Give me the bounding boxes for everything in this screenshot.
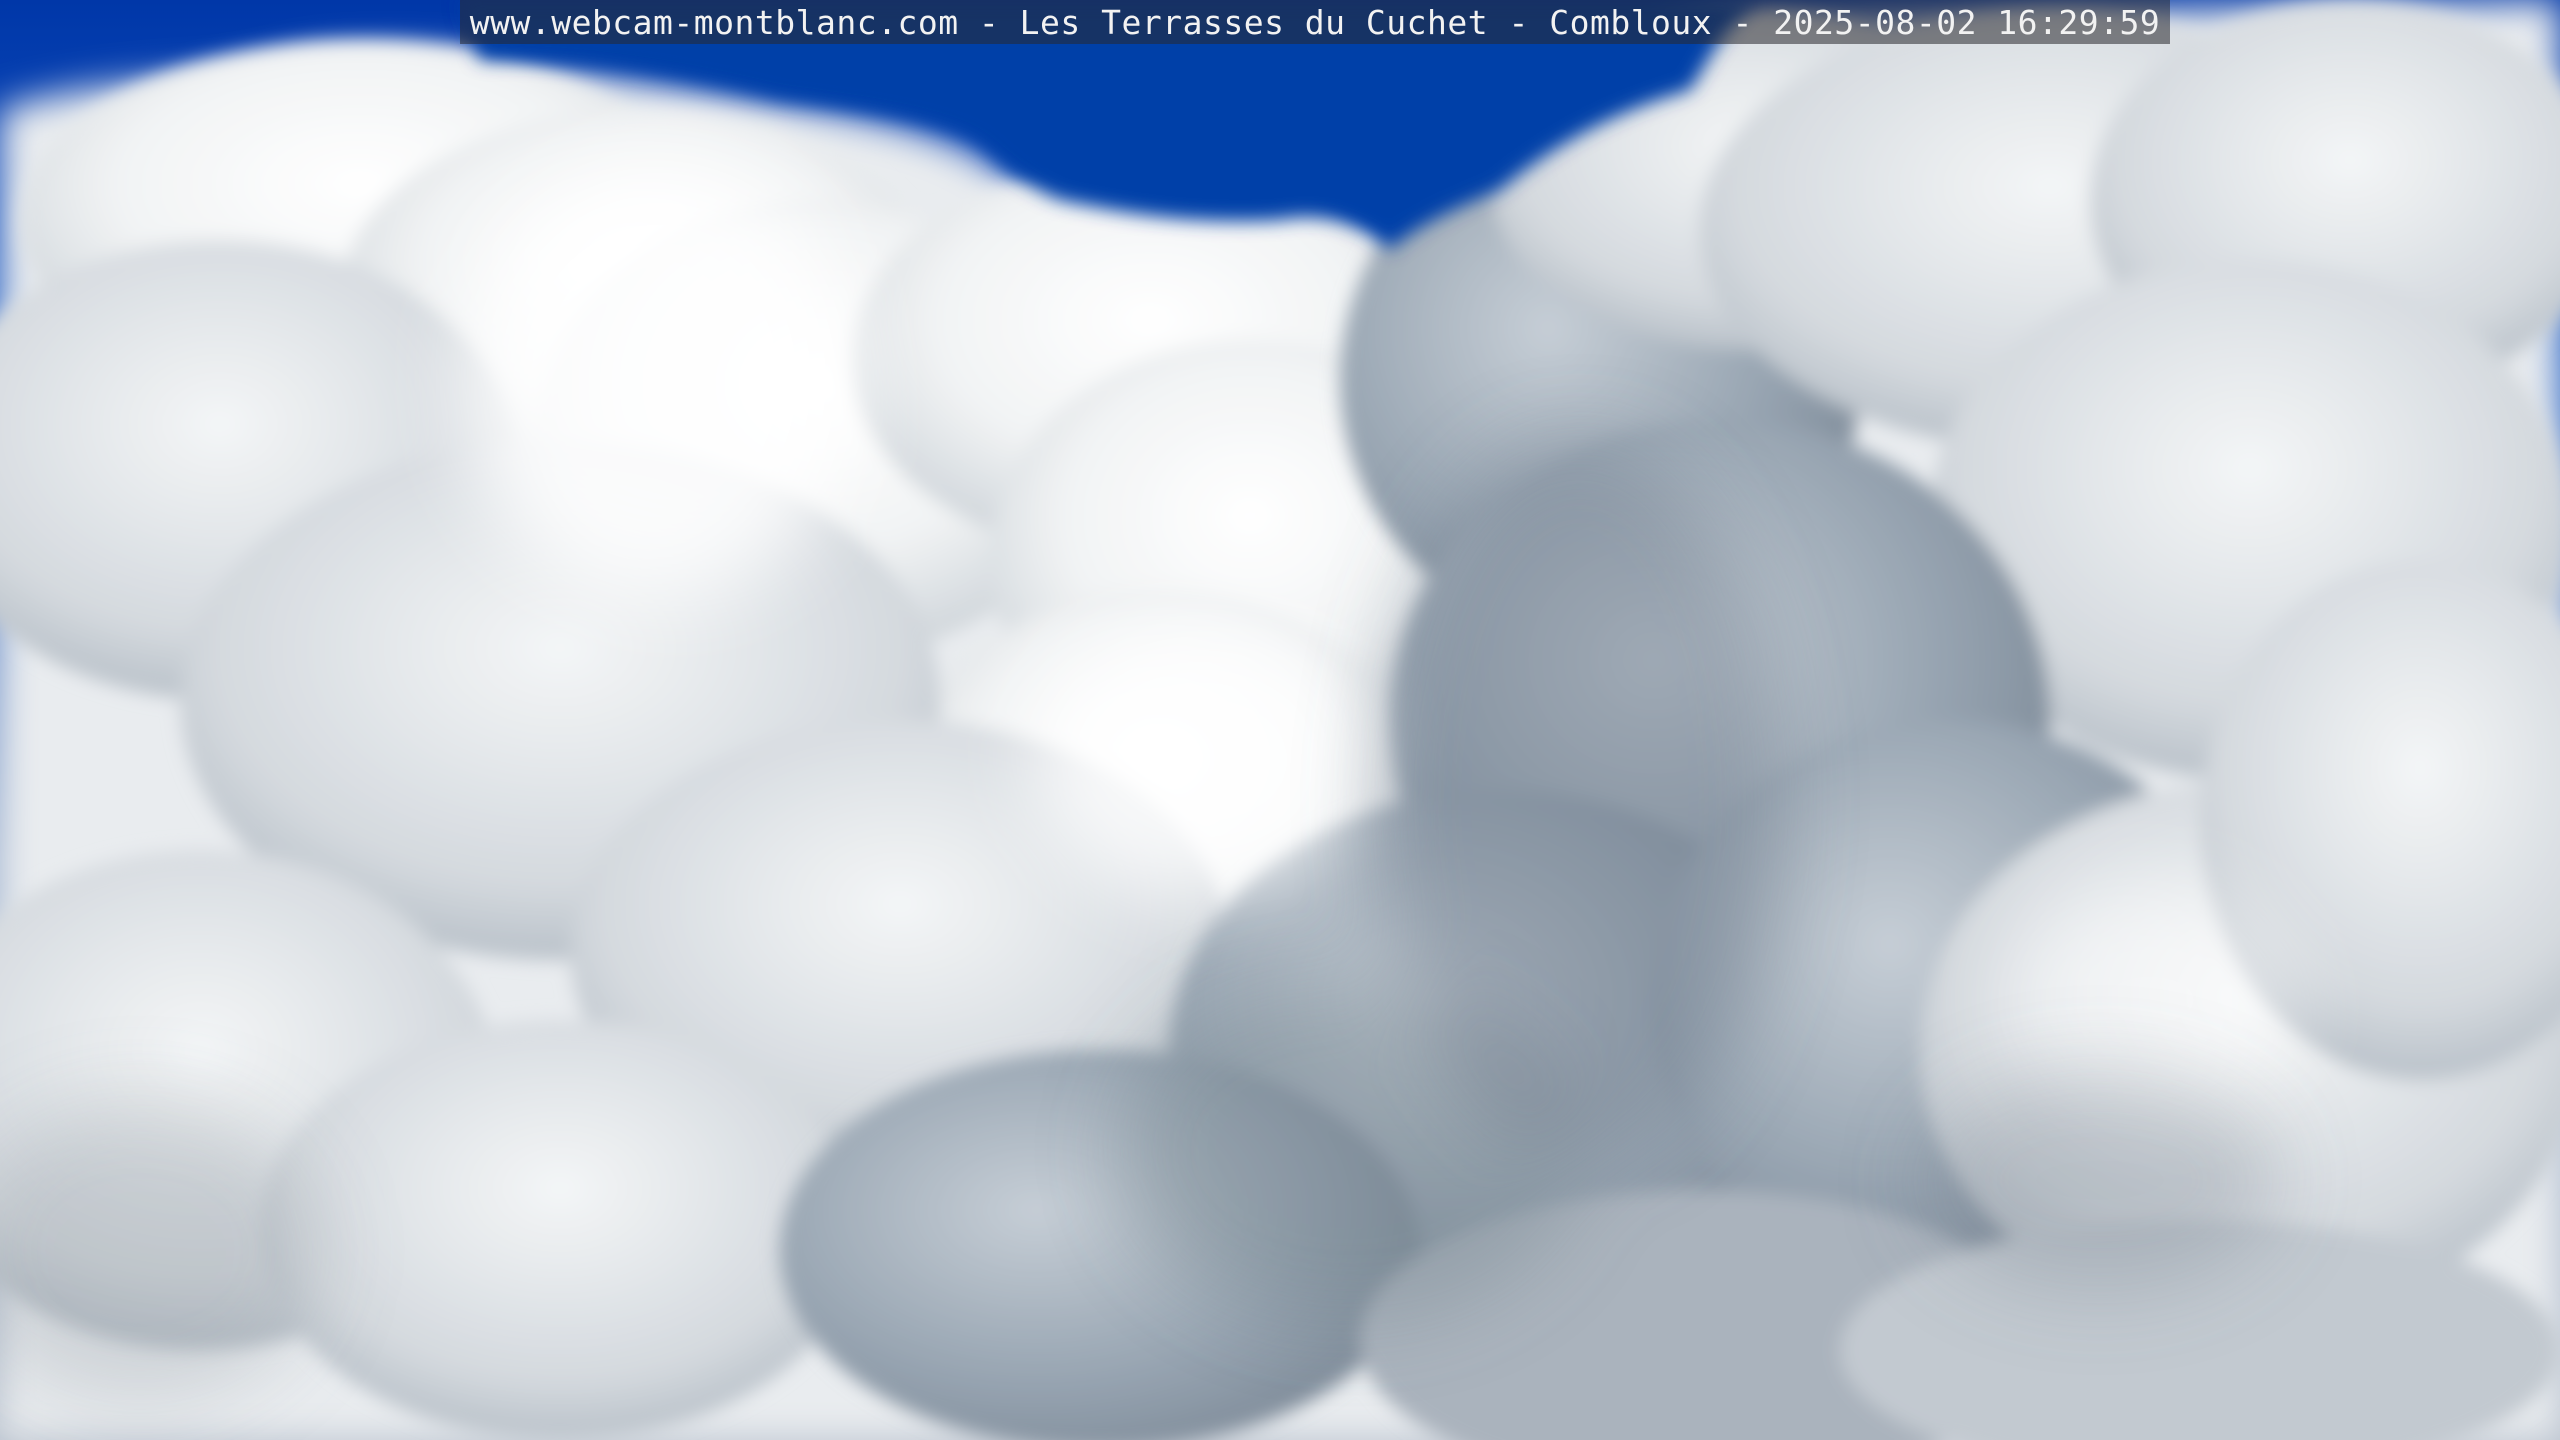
timestamp-banner: www.webcam-montblanc.com - Les Terrasses… <box>460 0 2170 44</box>
webcam-image: www.webcam-montblanc.com - Les Terrasses… <box>0 0 2560 1440</box>
cumulus-clouds <box>0 0 2560 1440</box>
webcam-caption: www.webcam-montblanc.com - Les Terrasses… <box>469 2 2161 42</box>
